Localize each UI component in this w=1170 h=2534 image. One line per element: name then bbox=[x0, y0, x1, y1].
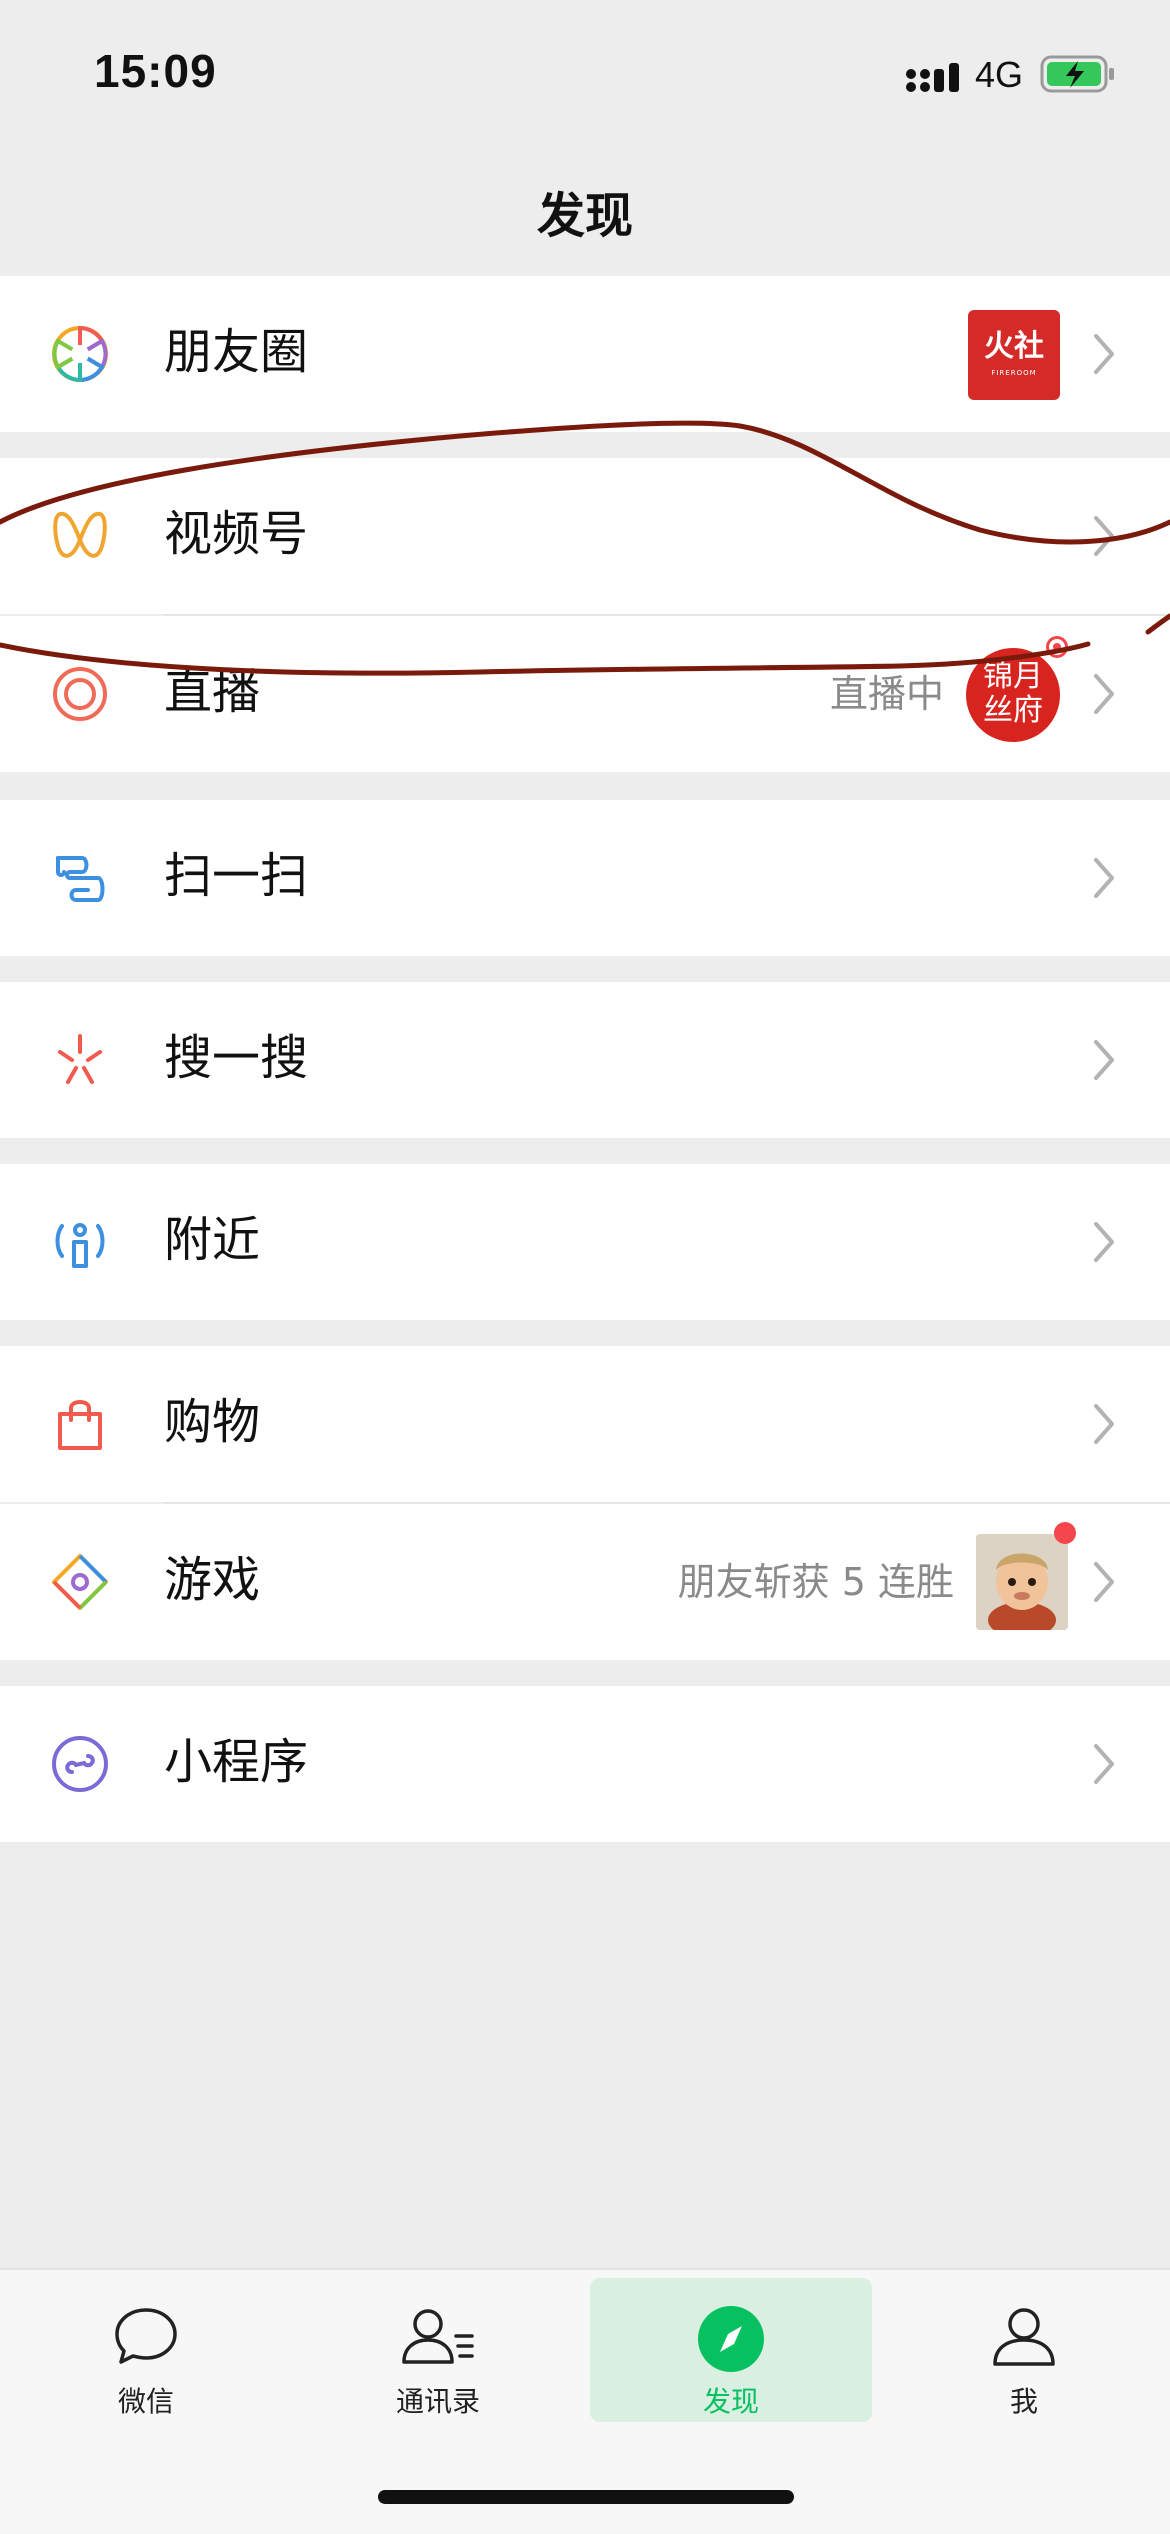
tab-label: 通讯录 bbox=[395, 2385, 480, 2418]
menu-item-label: 直播 bbox=[164, 664, 261, 720]
profile-icon bbox=[993, 2308, 1055, 2366]
menu-item-channels[interactable]: 视频号 bbox=[0, 458, 1170, 614]
page-title: 发现 bbox=[536, 188, 633, 244]
menu-item-live[interactable]: 直播 直播中 锦月 丝府 bbox=[0, 616, 1170, 772]
menu-item-label: 购物 bbox=[164, 1394, 261, 1450]
tab-label: 我 bbox=[1009, 2385, 1038, 2418]
tab-chats[interactable]: 微信 bbox=[0, 2270, 292, 2420]
chevron-right-icon bbox=[1094, 858, 1114, 898]
signal-icon bbox=[906, 63, 959, 92]
scan-icon bbox=[56, 856, 105, 902]
moments-aperture-icon bbox=[52, 325, 108, 383]
menu-item-label: 扫一扫 bbox=[164, 848, 309, 904]
chevron-right-icon bbox=[1094, 1744, 1114, 1784]
live-ring-icon bbox=[53, 667, 107, 721]
chevron-right-icon bbox=[1094, 1404, 1114, 1444]
game-character-icon bbox=[976, 1534, 1068, 1630]
shopping-bag-icon bbox=[58, 1400, 102, 1450]
live-avatar: 锦月 丝府 bbox=[966, 648, 1060, 742]
tab-me[interactable]: 我 bbox=[878, 2270, 1170, 2420]
live-status-text: 直播中 bbox=[829, 672, 944, 716]
moments-thumbnail: 火社 FIREROOM bbox=[968, 310, 1060, 400]
home-indicator[interactable] bbox=[378, 2490, 794, 2504]
chevron-right-icon bbox=[1094, 1040, 1114, 1080]
menu-item-shopping[interactable]: 购物 bbox=[0, 1346, 1170, 1502]
tab-label: 发现 bbox=[702, 2385, 759, 2418]
menu-item-scan[interactable]: 扫一扫 bbox=[0, 800, 1170, 956]
battery-charging-icon bbox=[1040, 55, 1114, 93]
chat-bubble-icon bbox=[115, 2308, 177, 2364]
live-indicator-icon bbox=[1046, 636, 1068, 658]
avatar-text-line1: 锦月 bbox=[983, 659, 1043, 694]
notification-dot bbox=[1054, 1522, 1076, 1544]
compass-icon bbox=[698, 2306, 764, 2372]
nearby-person-icon bbox=[55, 1223, 105, 1268]
chevron-right-icon bbox=[1094, 516, 1114, 556]
search-sparkle-icon bbox=[58, 1034, 102, 1084]
game-thumbnail bbox=[976, 1534, 1068, 1630]
chevron-right-icon bbox=[1094, 1562, 1114, 1602]
menu-item-label: 游戏 bbox=[164, 1552, 261, 1608]
menu-item-nearby[interactable]: 附近 bbox=[0, 1164, 1170, 1320]
menu-item-mini-program[interactable]: 小程序 bbox=[0, 1686, 1170, 1842]
menu-item-label: 附近 bbox=[164, 1212, 261, 1268]
chevron-right-icon bbox=[1094, 334, 1114, 374]
games-diamond-icon bbox=[52, 1554, 108, 1610]
channels-butterfly-icon bbox=[53, 511, 107, 558]
menu-item-label: 视频号 bbox=[164, 506, 309, 562]
mini-program-icon bbox=[52, 1736, 108, 1792]
menu-item-label: 搜一搜 bbox=[164, 1030, 309, 1086]
menu-item-search[interactable]: 搜一搜 bbox=[0, 982, 1170, 1138]
chevron-right-icon bbox=[1094, 674, 1114, 714]
tab-label: 微信 bbox=[117, 2385, 174, 2418]
thumbnail-text: 火社 bbox=[984, 329, 1044, 364]
menu-item-moments[interactable]: 朋友圈 火社 FIREROOM bbox=[0, 276, 1170, 432]
menu-item-label: 朋友圈 bbox=[164, 324, 309, 380]
thumbnail-subtext: FIREROOM bbox=[991, 369, 1037, 377]
contacts-icon bbox=[402, 2309, 474, 2364]
network-type: 4G bbox=[975, 54, 1024, 95]
menu-item-games[interactable]: 游戏 朋友斩获 5 连胜 bbox=[0, 1504, 1170, 1660]
tab-discover[interactable]: 发现 bbox=[590, 2278, 872, 2422]
status-bar: 15:09 4G bbox=[0, 0, 1170, 140]
avatar-text-line2: 丝府 bbox=[983, 693, 1043, 728]
tab-contacts[interactable]: 通讯录 bbox=[292, 2270, 584, 2420]
games-status-text: 朋友斩获 5 连胜 bbox=[677, 1560, 954, 1604]
status-time: 15:09 bbox=[94, 45, 217, 97]
chevron-right-icon bbox=[1094, 1222, 1114, 1262]
menu-item-label: 小程序 bbox=[164, 1734, 309, 1790]
